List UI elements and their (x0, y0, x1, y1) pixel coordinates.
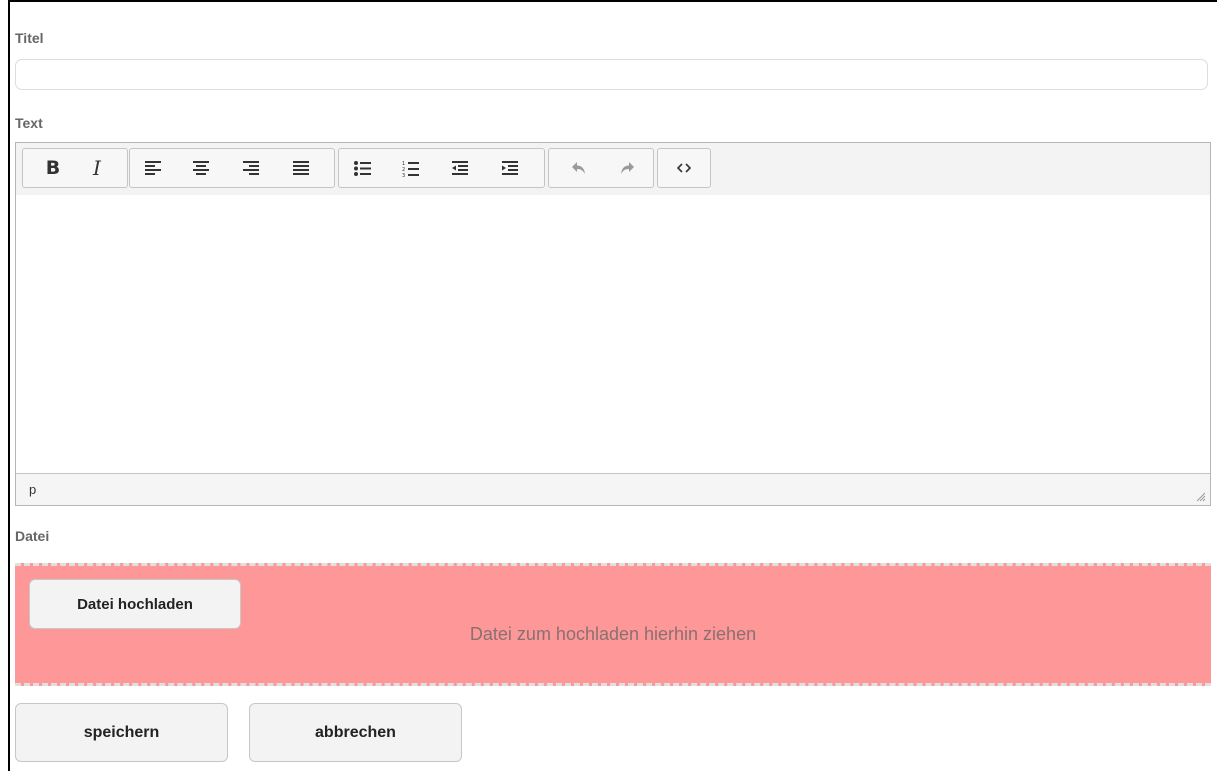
history-button-group (548, 148, 654, 188)
outdent-icon (452, 161, 468, 175)
window-border-left (8, 0, 10, 771)
source-code-button[interactable] (666, 150, 702, 186)
bullet-list-icon (353, 160, 371, 176)
bold-icon: B (45, 157, 61, 179)
align-left-button[interactable] (135, 150, 171, 186)
file-label: Datei (15, 528, 50, 544)
undo-icon (572, 161, 585, 174)
align-right-icon (243, 161, 259, 175)
italic-button[interactable]: I (79, 150, 115, 186)
source-code-icon (677, 163, 691, 173)
editor-toolbar: B I 123 (16, 143, 1210, 196)
editor-statusbar: p (16, 473, 1210, 505)
list-button-group: 123 (338, 148, 545, 188)
resize-handle-icon[interactable] (1196, 492, 1206, 502)
file-dropzone[interactable]: Datei hochladen Datei zum hochladen hier… (15, 563, 1211, 686)
save-button[interactable]: speichern (15, 703, 228, 762)
undo-button[interactable] (561, 150, 597, 186)
format-button-group: B I (22, 148, 128, 188)
italic-icon: I (93, 156, 101, 180)
bullet-list-button[interactable] (344, 150, 380, 186)
code-button-group (657, 148, 711, 188)
window-border-top (8, 0, 1217, 2)
dropzone-hint: Datei zum hochladen hierhin ziehen (469, 624, 757, 644)
title-input[interactable] (15, 59, 1208, 90)
outdent-button[interactable] (442, 150, 478, 186)
align-justify-icon (293, 161, 309, 175)
editor-content-area[interactable] (16, 195, 1210, 474)
align-justify-button[interactable] (283, 150, 319, 186)
align-right-button[interactable] (233, 150, 269, 186)
svg-text:3: 3 (402, 173, 405, 177)
align-left-icon (145, 161, 161, 175)
indent-button[interactable] (492, 150, 528, 186)
text-label: Text (15, 115, 43, 131)
align-center-button[interactable] (183, 150, 219, 186)
alignment-button-group (129, 148, 335, 188)
redo-icon (621, 161, 634, 174)
title-label: Titel (15, 30, 44, 46)
numbered-list-button[interactable]: 123 (392, 150, 428, 186)
bold-button[interactable]: B (35, 150, 71, 186)
align-center-icon (193, 161, 209, 175)
element-path[interactable]: p (29, 482, 36, 497)
rich-text-editor: B I 123 p (15, 142, 1211, 506)
indent-icon (502, 161, 518, 175)
redo-button[interactable] (609, 150, 645, 186)
cancel-button[interactable]: abbrechen (249, 703, 462, 762)
numbered-list-icon: 123 (402, 161, 419, 177)
upload-file-button[interactable]: Datei hochladen (29, 579, 241, 629)
